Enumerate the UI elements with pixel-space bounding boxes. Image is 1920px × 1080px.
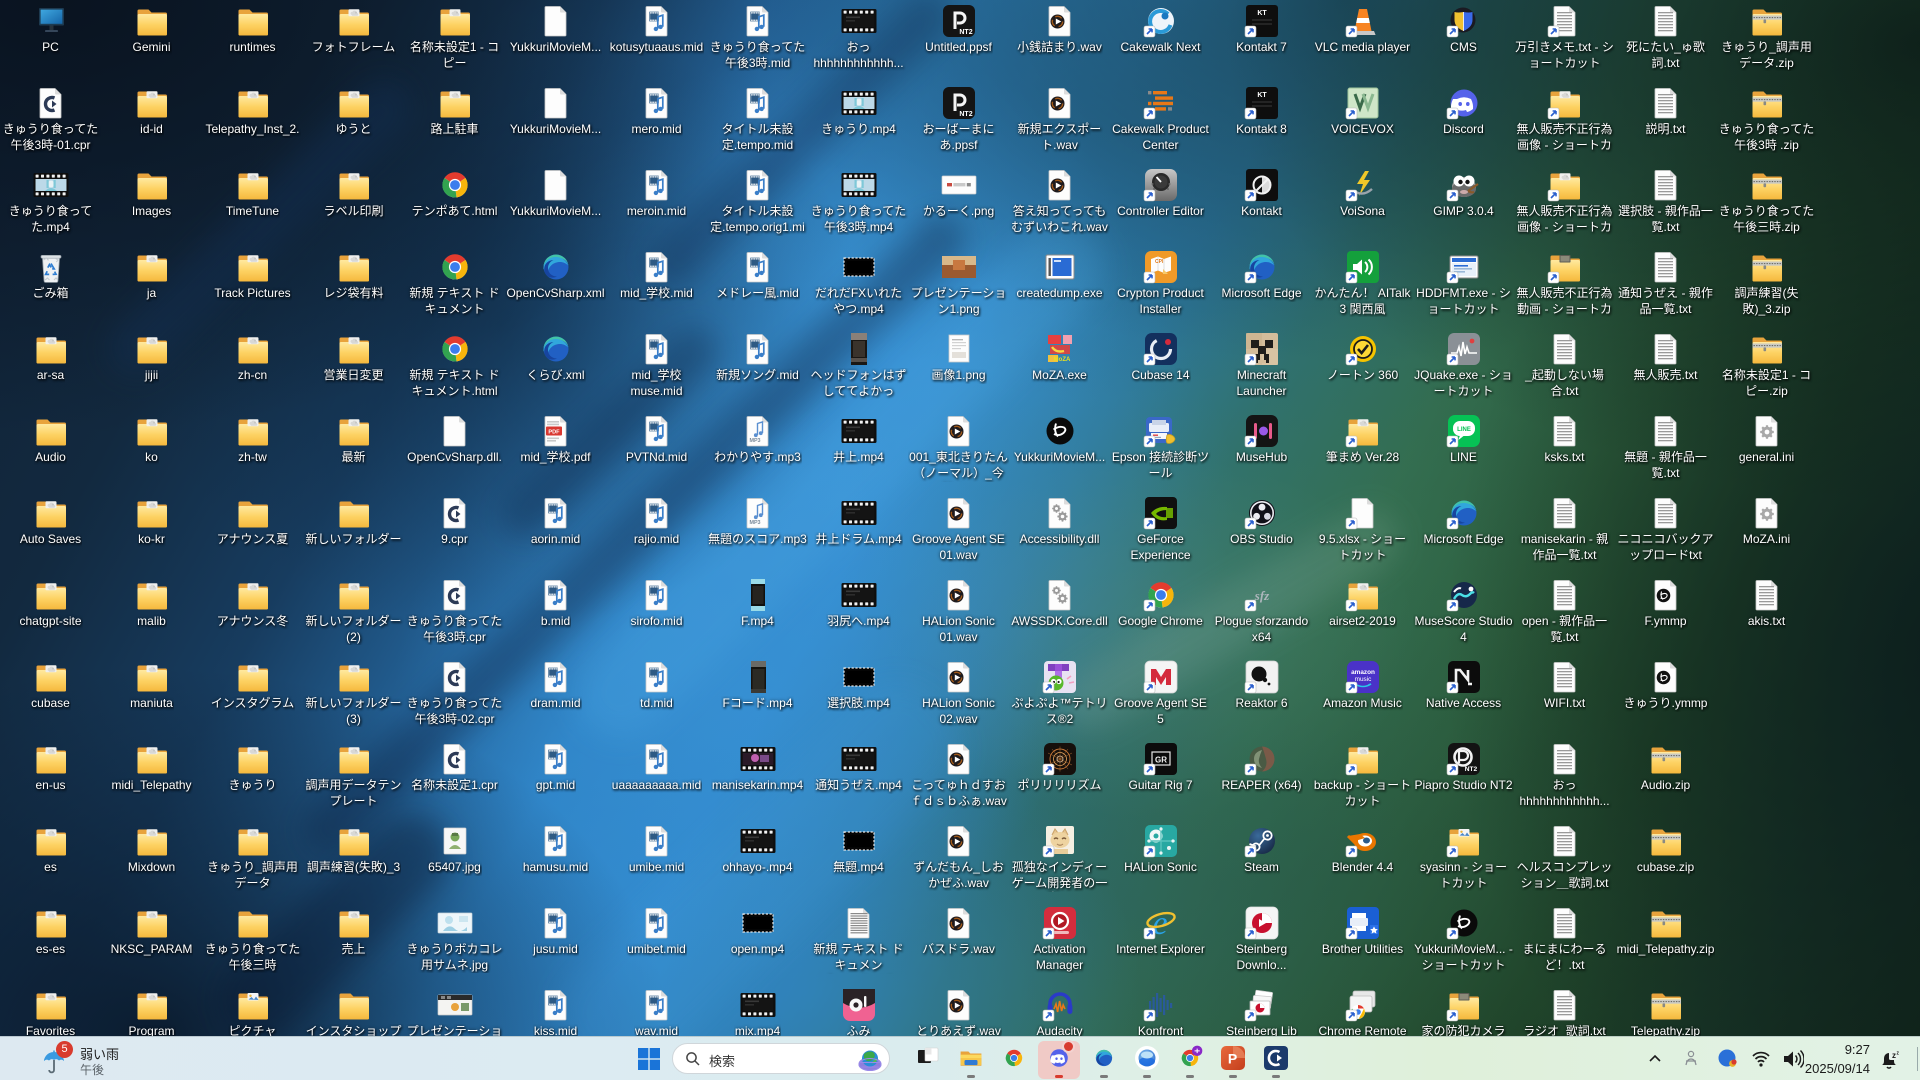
svg-text:amazon: amazon — [1351, 669, 1375, 676]
svg-text:NT2: NT2 — [959, 111, 972, 118]
svg-text:sfz: sfz — [1253, 588, 1269, 603]
svg-text:z: z — [1892, 1051, 1896, 1060]
svg-text:MP3: MP3 — [749, 520, 760, 526]
svg-text:P: P — [1228, 1051, 1237, 1067]
svg-text:NT2: NT2 — [1464, 766, 1477, 773]
svg-text:NT2: NT2 — [959, 29, 972, 36]
svg-text:LINE: LINE — [1457, 427, 1471, 433]
svg-text:CPI: CPI — [1155, 259, 1164, 265]
svg-text:KT: KT — [1257, 92, 1267, 99]
svg-text:GR: GR — [1155, 756, 1167, 765]
svg-text:MoZA: MoZA — [1053, 357, 1070, 363]
svg-text:KT: KT — [1257, 10, 1267, 17]
svg-text:PDF: PDF — [548, 429, 560, 435]
svg-text:MP3: MP3 — [749, 438, 760, 444]
svg-text:music: music — [1354, 676, 1371, 683]
